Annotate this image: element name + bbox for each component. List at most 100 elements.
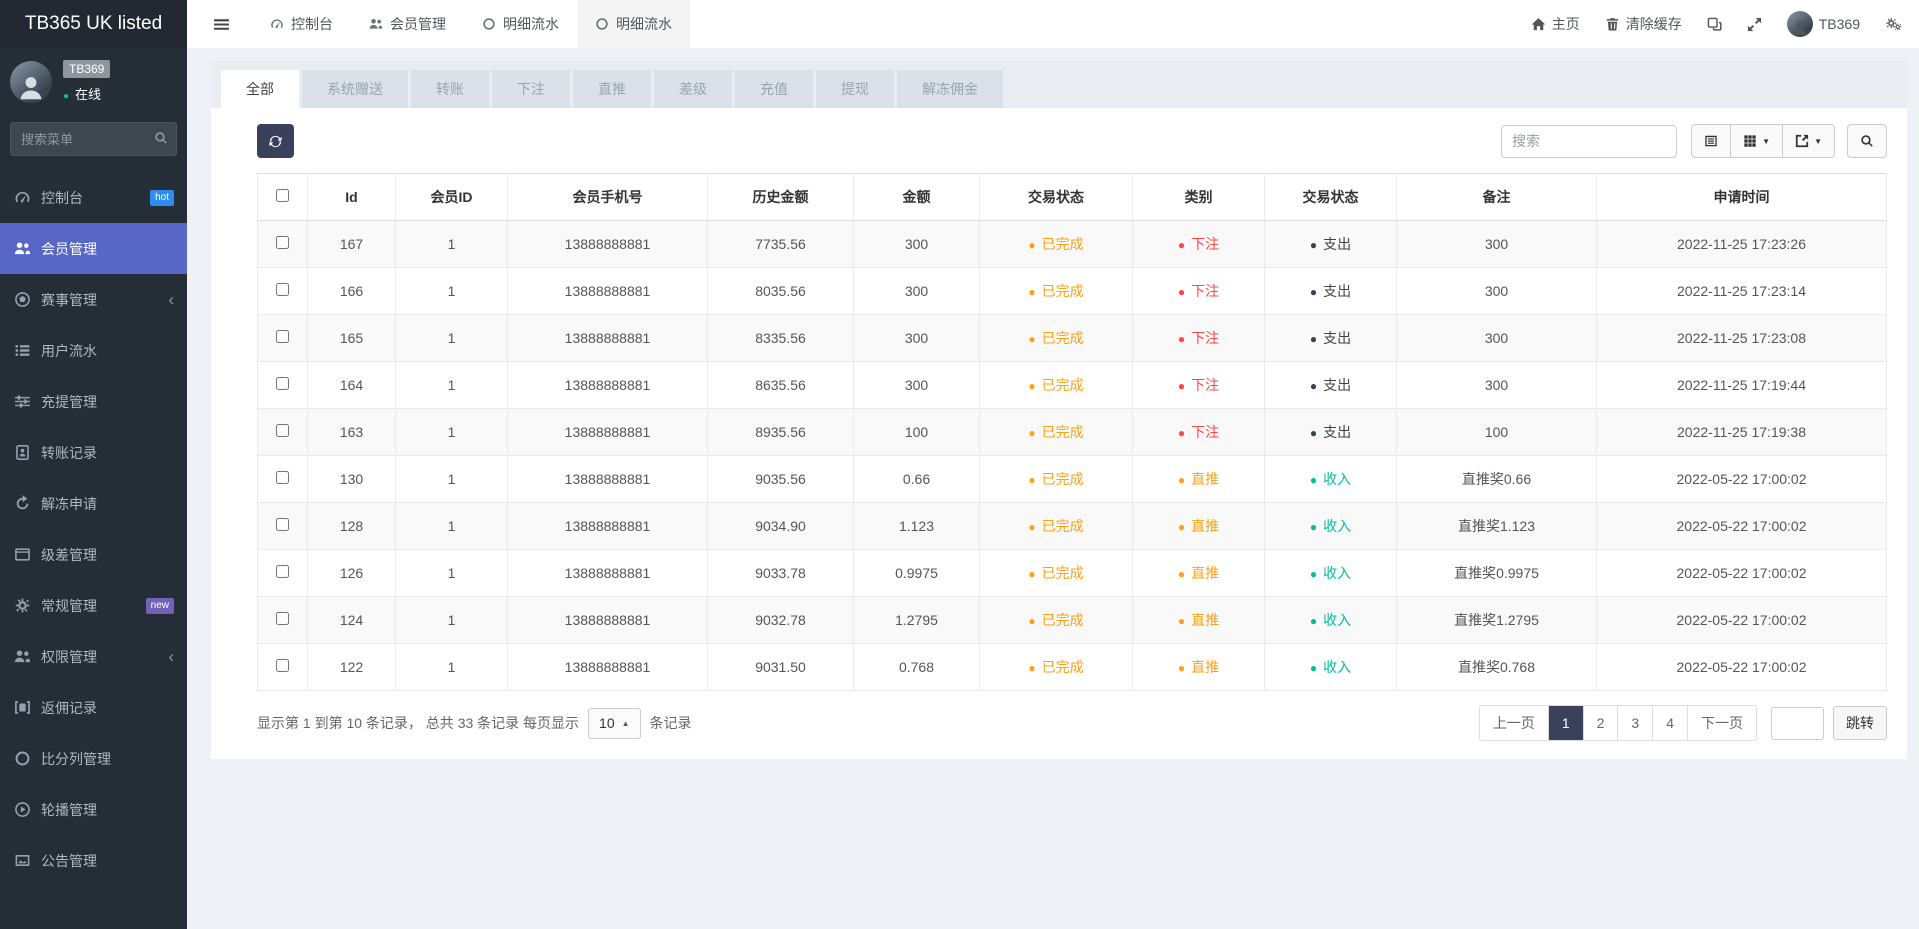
table-search-input[interactable]	[1501, 124, 1678, 158]
sidebar-item-8[interactable]: 级差管理	[0, 529, 187, 580]
list-icon	[14, 342, 31, 359]
row-checkbox[interactable]	[276, 471, 289, 484]
sidebar-item-3[interactable]: 赛事管理 ‹	[0, 274, 187, 325]
language-button[interactable]	[1707, 17, 1722, 32]
select-all-checkbox[interactable]	[276, 189, 289, 202]
table-row: 126 1 13888888881 9033.78 0.9975 ● 已完成 ● 直…	[257, 549, 1887, 597]
sidebar-item-2[interactable]: 会员管理	[0, 223, 187, 274]
status-dot-icon: ●	[1309, 473, 1318, 487]
sidebar-item-10[interactable]: 权限管理 ‹	[0, 631, 187, 682]
filter-tab-label: 全部	[246, 81, 274, 97]
status-label: 支出	[1323, 283, 1352, 299]
cell-history-amount: 9035.56	[707, 455, 854, 503]
page-size-dropdown[interactable]: 10 ▲	[588, 707, 641, 739]
status-label: 收入	[1323, 565, 1352, 581]
filter-tab-5[interactable]: 直推	[573, 70, 651, 108]
row-checkbox[interactable]	[276, 330, 289, 343]
row-select-cell	[257, 643, 308, 691]
page-button-1[interactable]: 1	[1547, 706, 1583, 740]
sidebar-item-13[interactable]: 轮播管理	[0, 784, 187, 835]
filter-tab-3[interactable]: 转账	[411, 70, 489, 108]
fullscreen-button[interactable]	[1747, 17, 1762, 32]
sidebar-item-5[interactable]: 充提管理	[0, 376, 187, 427]
filter-tab-9[interactable]: 解冻佣金	[897, 70, 1003, 108]
sidebar-item-label: 公告管理	[41, 852, 97, 869]
search-icon	[1860, 134, 1874, 148]
status-label: 直推	[1191, 659, 1220, 675]
user-menu[interactable]: TB369	[1786, 11, 1860, 37]
navbar-tab-4[interactable]: 明细流水	[577, 0, 690, 48]
navbar-tab-2[interactable]: 会员管理	[351, 0, 464, 48]
filter-tab-1[interactable]: 全部	[221, 70, 299, 108]
sidebar-item-12[interactable]: 比分列管理	[0, 733, 187, 784]
sidebar-toggle-button[interactable]	[187, 0, 252, 48]
expand-icon	[1747, 17, 1762, 32]
user-panel: TB369 ● 在线	[0, 48, 187, 113]
filter-tab-2[interactable]: 系统赠送	[302, 70, 408, 108]
page-button-2[interactable]: 2	[1582, 706, 1618, 740]
status-dot-icon: ●	[1309, 285, 1318, 299]
filter-tab-6[interactable]: 差级	[654, 70, 732, 108]
columns-button[interactable]: ▼	[1731, 124, 1784, 158]
cell-history-amount: 8635.56	[707, 361, 854, 409]
toggle-search-button[interactable]	[1847, 124, 1887, 158]
column-header: 备注	[1396, 173, 1597, 221]
users-icon	[14, 240, 31, 257]
row-checkbox[interactable]	[276, 518, 289, 531]
status-label: 已完成	[1041, 565, 1084, 581]
cell-history-amount: 9034.90	[707, 502, 854, 550]
row-checkbox[interactable]	[276, 612, 289, 625]
row-select-cell	[257, 267, 308, 315]
filter-tab-8[interactable]: 提现	[816, 70, 894, 108]
detail-view-button[interactable]	[1691, 124, 1732, 158]
cell-category: ● 下注	[1132, 314, 1265, 362]
status-dot-icon: ●	[1309, 567, 1318, 581]
sidebar-item-6[interactable]: 转账记录	[0, 427, 187, 478]
row-checkbox[interactable]	[276, 236, 289, 249]
filter-tab-7[interactable]: 充值	[735, 70, 813, 108]
jump-button[interactable]: 跳转	[1833, 706, 1887, 740]
row-checkbox[interactable]	[276, 424, 289, 437]
records-panel: ▼ ▼ Id会员ID会员手机号历史金额金额交易状态类别交易状态备注申请时间 16…	[211, 108, 1907, 759]
row-checkbox[interactable]	[276, 283, 289, 296]
column-header: 金额	[853, 173, 980, 221]
filter-tab-4[interactable]: 下注	[492, 70, 570, 108]
navbar-tab-3[interactable]: 明细流水	[464, 0, 577, 48]
prev-page-button[interactable]: 上一页	[1479, 706, 1548, 740]
export-button[interactable]: ▼	[1783, 124, 1835, 158]
sidebar-item-7[interactable]: 解冻申请	[0, 478, 187, 529]
clear-cache-link[interactable]: 清除缓存	[1605, 14, 1682, 34]
sidebar-item-14[interactable]: 公告管理	[0, 835, 187, 886]
navbar-tab-1[interactable]: 控制台	[252, 0, 351, 48]
status-dot-icon: ●	[1028, 238, 1036, 252]
row-select-cell	[257, 502, 308, 550]
settings-button[interactable]	[1885, 17, 1904, 32]
home-link[interactable]: 主页	[1531, 14, 1580, 34]
cell-amount: 1.2795	[853, 596, 980, 644]
sidebar-search-input[interactable]	[10, 122, 177, 156]
status-dot-icon: ●	[1177, 426, 1186, 440]
pagination-summary: 显示第 1 到第 10 条记录， 总共 33 条记录 每页显示	[257, 715, 580, 731]
filter-tab-label: 系统赠送	[327, 81, 383, 97]
row-checkbox[interactable]	[276, 565, 289, 578]
status-dot-icon: ●	[1028, 567, 1036, 581]
status-dot-icon: ●	[1177, 520, 1186, 534]
row-checkbox[interactable]	[276, 377, 289, 390]
next-page-button[interactable]: 下一页	[1687, 706, 1756, 740]
caret-up-icon: ▲	[621, 718, 630, 728]
jump-page-input[interactable]	[1771, 706, 1824, 740]
navbar-avatar	[1786, 11, 1813, 37]
sidebar-item-11[interactable]: 返佣记录	[0, 682, 187, 733]
cell-amount: 300	[853, 220, 980, 268]
sidebar-item-9[interactable]: 常规管理 new	[0, 580, 187, 631]
sidebar-item-1[interactable]: 控制台 hot	[0, 172, 187, 223]
cell-member-id: 1	[395, 502, 508, 550]
status-dot-icon: ●	[1177, 473, 1186, 487]
sidebar-item-4[interactable]: 用户流水	[0, 325, 187, 376]
page-button-4[interactable]: 4	[1652, 706, 1687, 740]
cell-category: ● 直推	[1132, 596, 1265, 644]
refresh-button[interactable]	[257, 124, 294, 158]
page-button-3[interactable]: 3	[1617, 706, 1653, 740]
row-checkbox[interactable]	[276, 659, 289, 672]
status-dot-icon: ●	[1028, 285, 1036, 299]
